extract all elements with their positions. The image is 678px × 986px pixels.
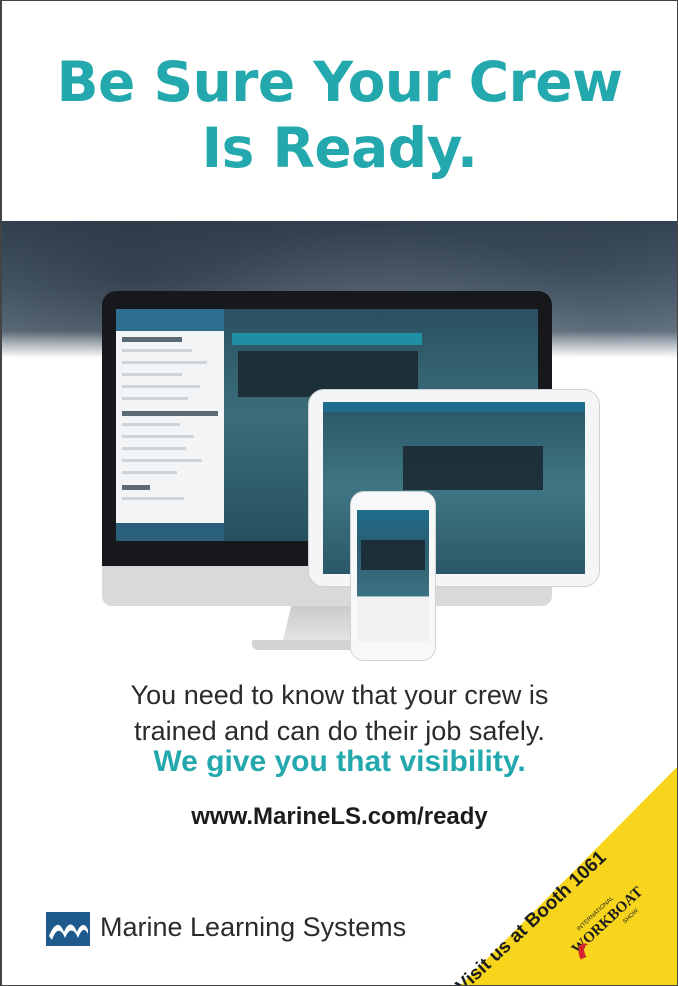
booth-banner: Visit us at Booth 1061 INTERNATIONAL WOR…: [452, 767, 677, 985]
advertisement-page: Be Sure Your Crew Is Ready. You need to …: [0, 0, 678, 986]
